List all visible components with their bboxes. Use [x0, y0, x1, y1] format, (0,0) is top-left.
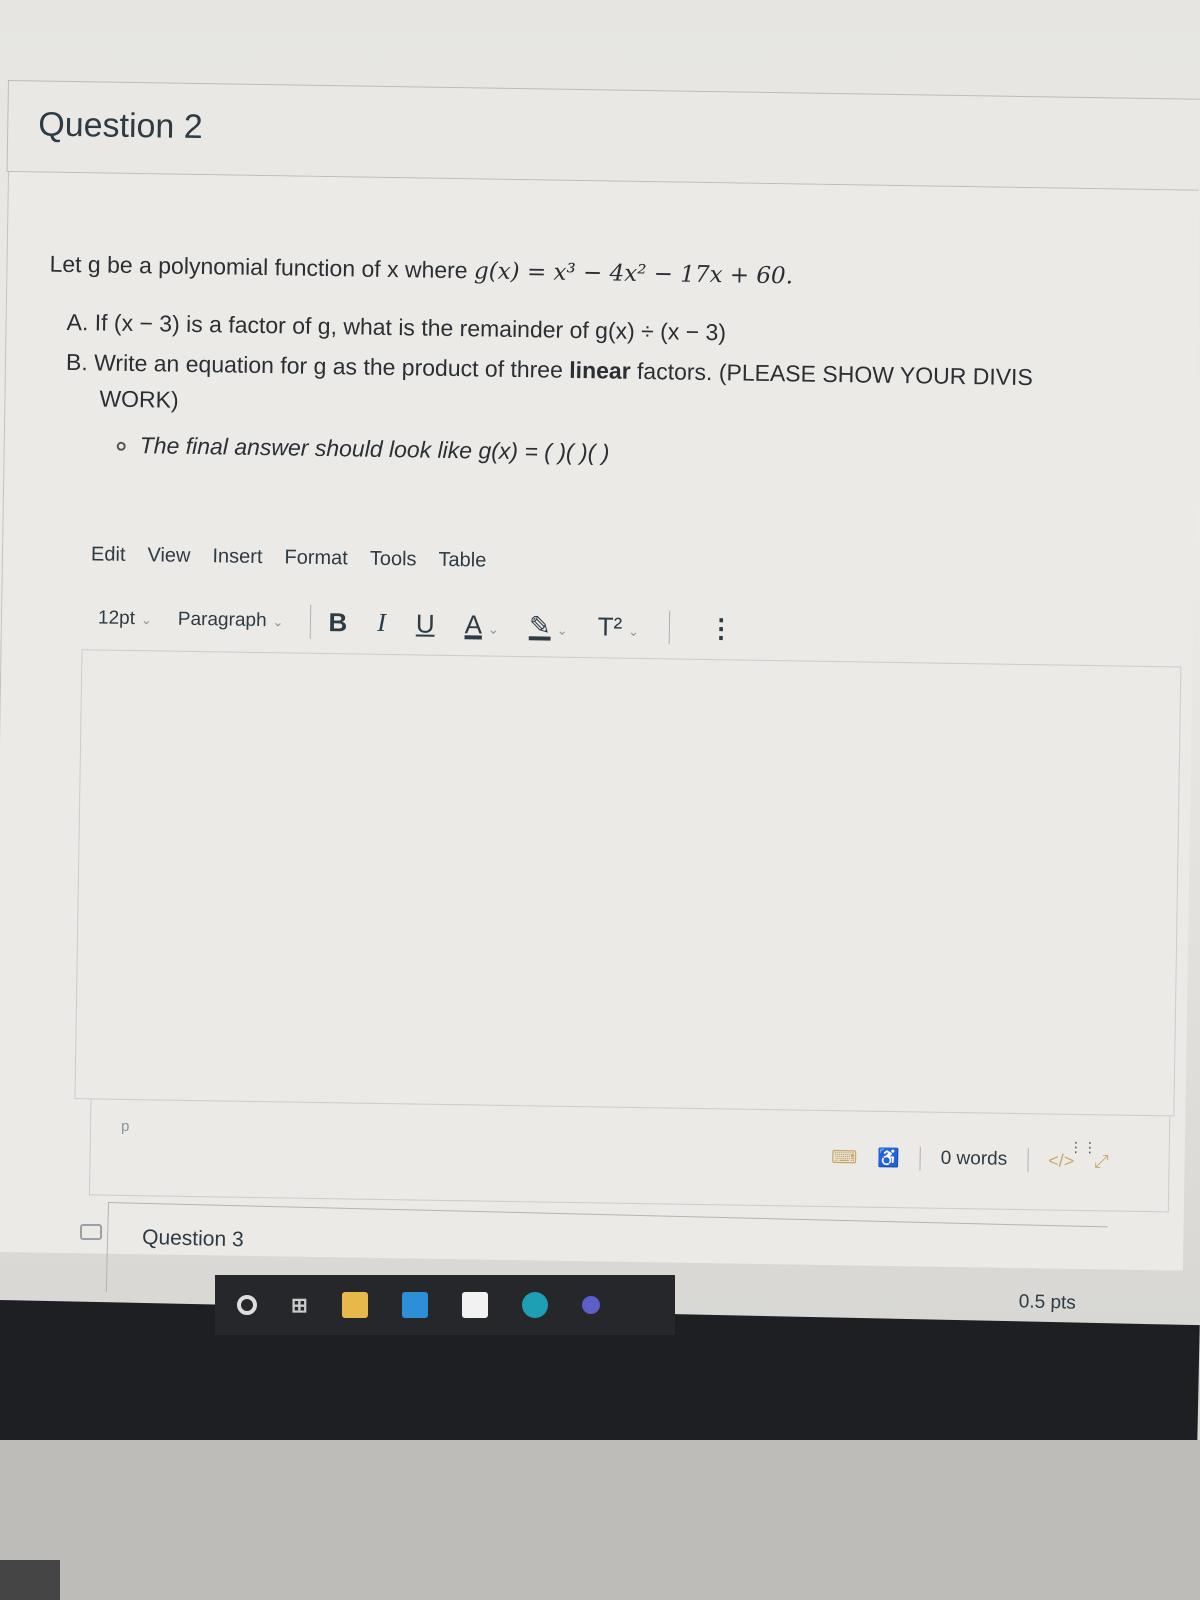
toolbar-divider: [668, 610, 671, 645]
highlight-icon: ✎: [528, 609, 551, 641]
part-b: B. Write an equation for g as the produc…: [65, 348, 1033, 391]
chevron-down-icon: ⌄: [628, 623, 640, 639]
part-b-continued: WORK): [99, 385, 179, 413]
chevron-down-icon: ⌄: [272, 614, 284, 630]
laptop-bezel: [0, 1440, 1200, 1600]
question-2-body: Let g be a polynomial function of x wher…: [0, 172, 1200, 1271]
store-icon[interactable]: [461, 1292, 488, 1318]
text-color-icon: A: [464, 608, 483, 640]
toolbar-divider: [309, 604, 311, 639]
taskbar-apps: ⊞: [215, 1275, 675, 1335]
text-color-button[interactable]: A ⌄: [464, 609, 499, 641]
prompt-intro: Let g be a polynomial function of x wher…: [49, 250, 794, 290]
search-icon[interactable]: [237, 1295, 257, 1315]
bezel-edge: [0, 1560, 60, 1600]
menu-edit[interactable]: Edit: [91, 543, 126, 567]
font-size-select[interactable]: 12pt ⌄: [98, 607, 152, 630]
chevron-down-icon: ⌄: [487, 621, 500, 637]
element-path[interactable]: p: [121, 1118, 130, 1135]
part-a: A. If (x − 3) is a factor of g, what is …: [66, 308, 727, 346]
editor-menubar: Edit View Insert Format Tools Table: [91, 543, 487, 572]
accessibility-icon[interactable]: ♿: [877, 1147, 900, 1168]
menu-tools[interactable]: Tools: [370, 548, 417, 572]
chevron-down-icon: ⌄: [556, 622, 568, 638]
menu-format[interactable]: Format: [284, 546, 348, 570]
task-view-icon[interactable]: ⊞: [291, 1293, 308, 1318]
menu-table[interactable]: Table: [438, 549, 486, 573]
resize-handle-icon[interactable]: ⋮⋮: [1069, 1139, 1097, 1155]
editor-statusbar: p ⌨ ♿ 0 words </> ⤢ ⋮⋮: [88, 1099, 1171, 1213]
superscript-icon: T²: [597, 610, 623, 642]
mail-icon[interactable]: [401, 1292, 428, 1318]
keyboard-icon[interactable]: ⌨: [831, 1147, 857, 1168]
block-format-select[interactable]: Paragraph ⌄: [178, 609, 284, 633]
teams-icon[interactable]: [581, 1296, 600, 1314]
word-count[interactable]: 0 words: [940, 1148, 1007, 1171]
superscript-button[interactable]: T² ⌄: [597, 611, 639, 643]
flag-question-icon[interactable]: [80, 1224, 102, 1240]
chevron-down-icon: ⌄: [140, 612, 152, 628]
underline-button[interactable]: U: [416, 608, 435, 639]
editor-toolbar: 12pt ⌄ Paragraph ⌄ B I U A ⌄ ✎ ⌄ T² ⌄ ⋮: [98, 601, 735, 645]
function-definition: g(x) = x³ − 4x² − 17x + 60.: [473, 258, 794, 290]
status-divider: [1026, 1148, 1029, 1173]
bold-button[interactable]: B: [328, 607, 347, 638]
italic-button[interactable]: I: [377, 608, 386, 638]
file-explorer-icon[interactable]: [341, 1292, 368, 1318]
hint-item: The final answer should look like g(x) =…: [116, 432, 610, 465]
status-tools: ⌨ ♿ 0 words </> ⤢: [831, 1145, 1109, 1173]
question-3-points: 0.5 pts: [1018, 1291, 1077, 1314]
menu-view[interactable]: View: [147, 544, 190, 568]
question-3-title: Question 3: [141, 1225, 244, 1252]
more-options-icon[interactable]: ⋮: [708, 613, 734, 644]
menu-insert[interactable]: Insert: [212, 545, 262, 569]
highlight-button[interactable]: ✎ ⌄: [529, 610, 568, 642]
answer-editor[interactable]: [74, 649, 1182, 1117]
edge-icon[interactable]: [521, 1292, 548, 1318]
status-divider: [919, 1146, 921, 1171]
bullet-icon: [116, 442, 126, 452]
question-title: Question 2: [38, 105, 204, 147]
